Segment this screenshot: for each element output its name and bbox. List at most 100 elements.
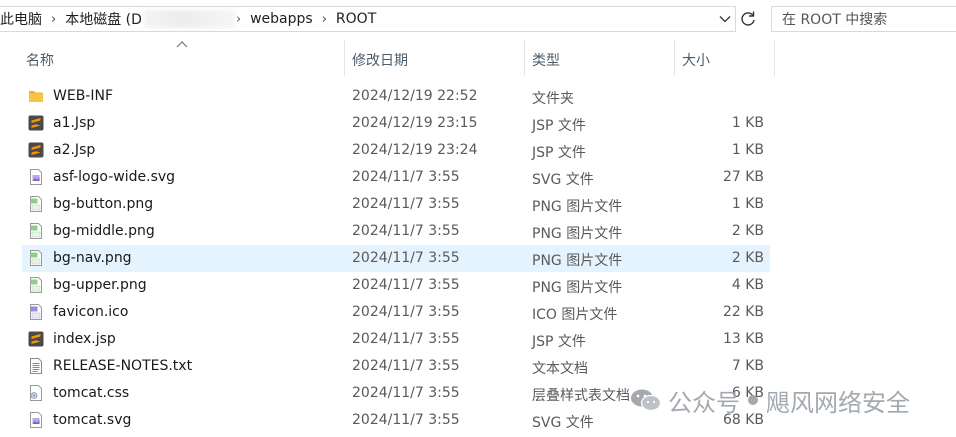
png-image-icon bbox=[30, 223, 42, 239]
file-modified-date: 2024/11/7 3:55 bbox=[352, 169, 460, 185]
file-type: ICO 图片文件 bbox=[532, 307, 618, 323]
column-header-date[interactable]: 修改日期 bbox=[352, 50, 408, 70]
file-size: 13 KB bbox=[722, 331, 764, 347]
column-divider[interactable] bbox=[524, 40, 525, 76]
file-type: SVG 文件 bbox=[532, 172, 594, 188]
file-type: PNG 图片文件 bbox=[532, 280, 623, 296]
sublime-text-icon bbox=[28, 115, 44, 131]
refresh-icon[interactable] bbox=[738, 9, 758, 29]
address-bar[interactable]: 此电脑 › 本地磁盘 (D › webapps › ROOT bbox=[0, 6, 736, 32]
breadcrumb-separator-icon[interactable]: › bbox=[236, 12, 241, 27]
search-input[interactable] bbox=[780, 8, 956, 32]
file-type: PNG 图片文件 bbox=[532, 253, 623, 269]
file-size: 2 KB bbox=[731, 223, 764, 239]
column-header-size[interactable]: 大小 bbox=[682, 50, 710, 70]
file-name: tomcat.svg bbox=[53, 412, 132, 428]
text-document-icon bbox=[30, 358, 42, 374]
navigation-bar: 此电脑 › 本地磁盘 (D › webapps › ROOT bbox=[0, 0, 956, 38]
png-image-icon bbox=[30, 250, 42, 266]
file-modified-date: 2024/11/7 3:55 bbox=[352, 304, 460, 320]
breadcrumb-separator-icon[interactable]: › bbox=[322, 12, 327, 27]
svg-file-icon bbox=[30, 412, 42, 428]
file-name: index.jsp bbox=[53, 331, 116, 347]
file-modified-date: 2024/12/19 23:24 bbox=[352, 142, 478, 158]
file-modified-date: 2024/11/7 3:55 bbox=[352, 223, 460, 239]
breadcrumb-local-disk[interactable]: 本地磁盘 (D bbox=[65, 9, 142, 29]
file-modified-date: 2024/12/19 22:52 bbox=[352, 88, 478, 104]
file-modified-date: 2024/11/7 3:55 bbox=[352, 358, 460, 374]
file-row[interactable]: bg-middle.png 2024/11/7 3:55 PNG 图片文件 2 … bbox=[22, 218, 770, 245]
file-row[interactable]: favicon.ico 2024/11/7 3:55 ICO 图片文件 22 K… bbox=[22, 299, 770, 326]
folder-icon bbox=[29, 91, 43, 102]
chevron-down-icon[interactable] bbox=[718, 12, 732, 26]
breadcrumb-separator-icon[interactable]: › bbox=[51, 12, 56, 27]
file-modified-date: 2024/11/7 3:55 bbox=[352, 250, 460, 266]
column-header-type[interactable]: 类型 bbox=[532, 50, 560, 70]
file-size: 1 KB bbox=[731, 142, 764, 158]
file-size: 2 KB bbox=[731, 250, 764, 266]
file-name: bg-middle.png bbox=[53, 223, 155, 239]
wechat-logo-icon bbox=[631, 389, 662, 412]
column-divider[interactable] bbox=[774, 40, 775, 76]
file-name: bg-upper.png bbox=[53, 277, 147, 293]
file-name: WEB-INF bbox=[53, 88, 113, 104]
file-modified-date: 2024/11/7 3:55 bbox=[352, 196, 460, 212]
file-modified-date: 2024/12/19 23:15 bbox=[352, 115, 478, 131]
file-modified-date: 2024/11/7 3:55 bbox=[352, 412, 460, 428]
breadcrumb-root[interactable]: ROOT bbox=[336, 11, 376, 27]
file-row[interactable]: RELEASE-NOTES.txt 2024/11/7 3:55 文本文档 7 … bbox=[22, 353, 770, 380]
file-type: PNG 图片文件 bbox=[532, 199, 623, 215]
file-type: 层叠样式表文档 bbox=[532, 388, 630, 404]
file-type: JSP 文件 bbox=[532, 334, 586, 350]
column-header-name[interactable]: 名称 bbox=[26, 50, 54, 70]
search-box[interactable] bbox=[771, 6, 956, 32]
file-type: 文件夹 bbox=[532, 91, 574, 107]
file-row[interactable]: a1.Jsp 2024/12/19 23:15 JSP 文件 1 KB bbox=[22, 110, 770, 137]
sort-ascending-icon bbox=[176, 41, 188, 48]
file-row[interactable]: index.jsp 2024/11/7 3:55 JSP 文件 13 KB bbox=[22, 326, 770, 353]
file-row[interactable]: bg-upper.png 2024/11/7 3:55 PNG 图片文件 4 K… bbox=[22, 272, 770, 299]
file-type: PNG 图片文件 bbox=[532, 226, 623, 242]
file-name: a1.Jsp bbox=[53, 115, 96, 131]
file-type: JSP 文件 bbox=[532, 118, 586, 134]
sublime-text-icon bbox=[28, 142, 44, 158]
watermark-dot bbox=[748, 395, 758, 405]
file-name: favicon.ico bbox=[53, 304, 129, 320]
png-image-icon bbox=[30, 196, 42, 212]
redacted-path-segment bbox=[143, 10, 236, 28]
column-headers: 名称 修改日期 类型 大小 bbox=[0, 40, 956, 76]
file-size: 22 KB bbox=[722, 304, 764, 320]
watermark-prefix: 公众号 bbox=[668, 388, 740, 417]
file-modified-date: 2024/11/7 3:55 bbox=[352, 277, 460, 293]
file-row[interactable]: a2.Jsp 2024/12/19 23:24 JSP 文件 1 KB bbox=[22, 137, 770, 164]
file-name: tomcat.css bbox=[53, 385, 130, 401]
breadcrumb-webapps[interactable]: webapps bbox=[250, 11, 313, 27]
file-name: RELEASE-NOTES.txt bbox=[53, 358, 193, 374]
file-size: 7 KB bbox=[731, 358, 764, 374]
watermark: 公众号 飓风网络安全 bbox=[630, 383, 910, 417]
breadcrumb-this-pc[interactable]: 此电脑 bbox=[0, 9, 42, 29]
file-size: 27 KB bbox=[722, 169, 764, 185]
file-row-selected[interactable]: bg-nav.png 2024/11/7 3:55 PNG 图片文件 2 KB bbox=[22, 245, 770, 272]
file-row[interactable]: asf-logo-wide.svg 2024/11/7 3:55 SVG 文件 … bbox=[22, 164, 770, 191]
file-name: bg-nav.png bbox=[53, 250, 132, 266]
svg-file-icon bbox=[30, 169, 42, 185]
file-name: a2.Jsp bbox=[53, 142, 96, 158]
file-name: asf-logo-wide.svg bbox=[53, 169, 176, 185]
file-size: 4 KB bbox=[731, 277, 764, 293]
file-modified-date: 2024/11/7 3:55 bbox=[352, 331, 460, 347]
file-size: 1 KB bbox=[731, 115, 764, 131]
watermark-account-name: 飓风网络安全 bbox=[766, 388, 910, 417]
file-modified-date: 2024/11/7 3:55 bbox=[352, 385, 460, 401]
file-size: 1 KB bbox=[731, 196, 764, 212]
column-divider[interactable] bbox=[344, 40, 345, 76]
file-type: 文本文档 bbox=[532, 361, 588, 377]
file-name: bg-button.png bbox=[53, 196, 154, 212]
file-row[interactable]: bg-button.png 2024/11/7 3:55 PNG 图片文件 1 … bbox=[22, 191, 770, 218]
file-type: JSP 文件 bbox=[532, 145, 586, 161]
file-type: SVG 文件 bbox=[532, 415, 594, 431]
file-row[interactable]: WEB-INF 2024/12/19 22:52 文件夹 bbox=[22, 83, 770, 110]
column-divider[interactable] bbox=[674, 40, 675, 76]
png-image-icon bbox=[30, 277, 42, 293]
css-file-icon bbox=[30, 385, 42, 401]
